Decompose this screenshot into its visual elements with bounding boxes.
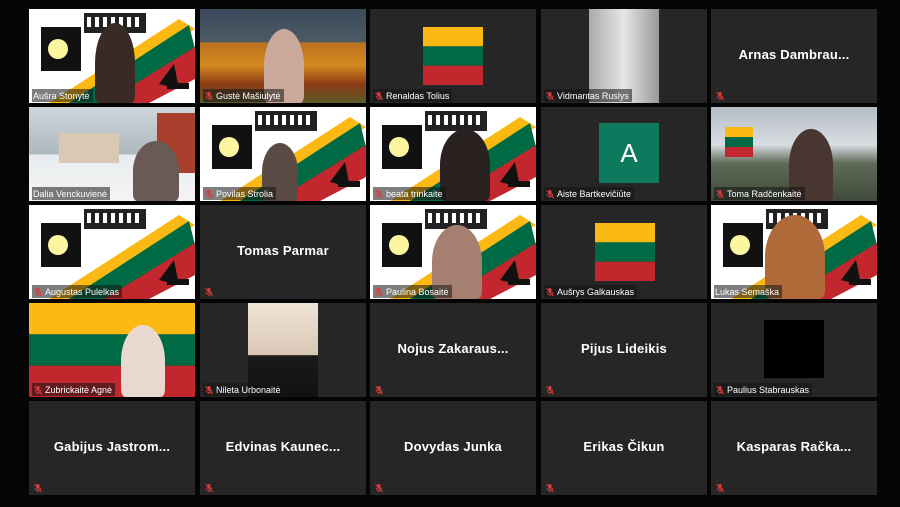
participant-tile[interactable]: Zubrickaitė Agnė (29, 303, 195, 397)
participant-tile[interactable]: Kasparas Račka... (711, 401, 877, 495)
participant-name-label: Aiste Bartkevičiūte (544, 187, 635, 200)
participant-name-label: Lukas Semaška (714, 285, 783, 298)
participant-name-label: beata trinkaite (373, 187, 446, 200)
participant-display-name: Pijus Lideikis (581, 341, 667, 356)
microphone-muted-icon (715, 385, 725, 395)
participant-video (440, 129, 490, 201)
participant-tile[interactable]: beata trinkaite (370, 107, 536, 201)
microphone-muted-icon (204, 385, 214, 395)
participant-tile[interactable]: Dovydas Junka (370, 401, 536, 495)
microphone-muted-icon (715, 189, 725, 199)
participant-name-label: Zubrickaitė Agnė (32, 383, 116, 396)
participant-tile[interactable]: Aušrys Galkauskas (541, 205, 707, 299)
participant-tile[interactable]: Tomas Parmar (200, 205, 366, 299)
participant-tile[interactable]: Povilas Strolia (200, 107, 366, 201)
participant-tile[interactable]: Toma Radčenkaitė (711, 107, 877, 201)
microphone-muted-icon (374, 385, 384, 395)
participant-name-label: Gustė Mašiulytė (203, 89, 284, 102)
microphone-muted-icon (33, 287, 43, 297)
participant-tile[interactable]: Nojus Zakaraus... (370, 303, 536, 397)
microphone-muted-icon (545, 287, 555, 297)
participant-tile[interactable]: Nileta Urbonaitė (200, 303, 366, 397)
microphone-muted-icon (545, 91, 555, 101)
lithuanian-flag-image (423, 27, 483, 85)
participant-tile[interactable]: Erikas Čikun (541, 401, 707, 495)
participant-name-label: Aušrys Galkauskas (544, 285, 638, 298)
microphone-muted-icon (33, 483, 43, 493)
microphone-muted-icon (374, 483, 384, 493)
participant-video (95, 23, 135, 103)
participant-display-name: Tomas Parmar (237, 243, 329, 258)
microphone-muted-icon (204, 189, 214, 199)
participant-tile[interactable]: Edvinas Kaunec... (200, 401, 366, 495)
microphone-muted-icon (545, 385, 555, 395)
participant-tile[interactable]: Aušra Stonytė (29, 9, 195, 103)
video-gallery-grid: Aušra Stonytė Gustė Mašiulytė Renaldas T… (29, 9, 877, 497)
participant-tile[interactable]: Gabijus Jastrom... (29, 401, 195, 495)
participant-name-label: Aušra Stonytė (32, 89, 93, 102)
microphone-muted-icon (715, 91, 725, 101)
participant-tile[interactable]: A Aiste Bartkevičiūte (541, 107, 707, 201)
participant-name-label: Vidmantas Ruslys (544, 89, 632, 102)
building-shape (59, 133, 119, 163)
participant-name-label: Renaldas Tolius (373, 89, 453, 102)
microphone-muted-icon (545, 189, 555, 199)
microphone-muted-icon (204, 287, 214, 297)
participant-tile[interactable]: Arnas Dambrau... (711, 9, 877, 103)
microphone-muted-icon (715, 483, 725, 493)
participant-display-name: Nojus Zakaraus... (397, 341, 509, 356)
microphone-muted-icon (33, 385, 43, 395)
microphone-muted-icon (374, 91, 384, 101)
microphone-muted-icon (545, 483, 555, 493)
participant-display-name: Erikas Čikun (583, 439, 665, 454)
participant-video (121, 325, 165, 397)
participant-name-label: Augustas Pulelkas (32, 285, 123, 298)
microphone-muted-icon (374, 287, 384, 297)
participant-display-name: Dovydas Junka (404, 439, 502, 454)
lithuanian-flag-image (595, 223, 655, 281)
participant-name-label: Paulina Bosaitė (373, 285, 452, 298)
participant-tile-active-speaker[interactable]: Lukas Semaška (711, 205, 877, 299)
microphone-muted-icon (204, 483, 214, 493)
participant-name-label: Povilas Strolia (203, 187, 277, 200)
participant-tile[interactable]: Dalia Venckuvienė (29, 107, 195, 201)
participant-tile[interactable]: Renaldas Tolius (370, 9, 536, 103)
participant-tile[interactable]: Augustas Pulelkas (29, 205, 195, 299)
microphone-muted-icon (204, 91, 214, 101)
participant-tile[interactable]: Gustė Mašiulytė (200, 9, 366, 103)
lithuanian-flag-image (725, 127, 753, 157)
participant-display-name: Arnas Dambrau... (738, 47, 850, 62)
participant-tile[interactable]: Pijus Lideikis (541, 303, 707, 397)
participant-name-label: Dalia Venckuvienė (32, 187, 111, 200)
participant-video (133, 141, 179, 201)
participant-tile[interactable]: Vidmantas Ruslys (541, 9, 707, 103)
participant-name-label: Toma Radčenkaitė (714, 187, 805, 200)
participant-video-black (764, 320, 824, 378)
participant-display-name: Gabijus Jastrom... (53, 439, 171, 454)
participant-display-name: Kasparas Račka... (736, 439, 852, 454)
microphone-muted-icon (374, 189, 384, 199)
participant-avatar: A (599, 123, 659, 183)
participant-name-label: Nileta Urbonaitė (203, 383, 284, 396)
participant-display-name: Edvinas Kaunec... (225, 439, 341, 454)
participant-tile[interactable]: Paulius Stabrauskas (711, 303, 877, 397)
participant-tile[interactable]: Paulina Bosaitė (370, 205, 536, 299)
participant-name-label: Paulius Stabrauskas (714, 383, 813, 396)
